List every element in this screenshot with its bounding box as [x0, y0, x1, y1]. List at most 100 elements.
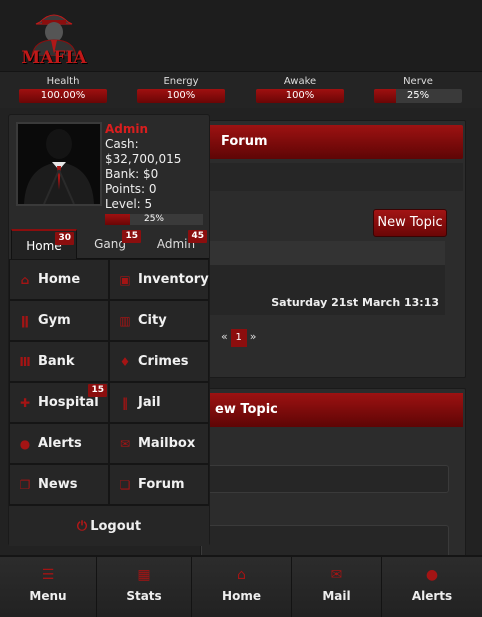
- topic-last-post-date: Saturday 21st March 13:13: [271, 296, 439, 309]
- bottom-nav: ☰ Menu ▦ Stats ⌂ Home ✉ Mail ● Alerts: [0, 555, 482, 617]
- new-topic-button[interactable]: New Topic: [373, 209, 447, 237]
- site-logo[interactable]: MAFIA: [18, 6, 90, 68]
- stat-nerve[interactable]: Nerve 25%: [374, 76, 462, 103]
- avatar[interactable]: [16, 122, 102, 206]
- menu-item-label: Alerts: [38, 436, 82, 451]
- gym-icon: ǁ: [21, 314, 29, 328]
- pager-prev[interactable]: «: [221, 330, 228, 343]
- stat-health[interactable]: Health 100.00%: [19, 76, 107, 103]
- menu-item-label: News: [38, 477, 78, 492]
- menu-item-jail[interactable]: ‖ Jail: [109, 382, 209, 423]
- menu-item-label: Mailbox: [138, 436, 196, 451]
- forum-row: [201, 163, 463, 191]
- pagination: «1»: [221, 329, 256, 347]
- menu-item-label: Bank: [38, 354, 75, 369]
- stat-value: 25%: [406, 90, 430, 101]
- logo-text: MAFIA: [21, 48, 87, 68]
- menu-item-gym[interactable]: ǁ Gym: [9, 300, 109, 341]
- profile-name[interactable]: Admin: [105, 122, 209, 137]
- stat-label: Nerve: [403, 76, 433, 87]
- forum-panel: Forum New Topic Saturday 21st March 13:1…: [200, 120, 466, 378]
- menu-item-label: Crimes: [138, 354, 189, 369]
- stats-row: Health 100.00% Energy 100% Awake 100% Ne…: [0, 72, 482, 108]
- menu-item-label: Hospital: [38, 395, 99, 410]
- menu-item-inventory[interactable]: ▣ Inventory: [109, 259, 209, 300]
- profile-level: Level: 5: [105, 197, 153, 211]
- stat-bar: 100.00%: [19, 89, 107, 103]
- menu-item-crimes[interactable]: ♦ Crimes: [109, 341, 209, 382]
- nav-mail[interactable]: ✉ Mail: [292, 557, 382, 617]
- topic-title-input[interactable]: [201, 465, 449, 493]
- menu-item-news[interactable]: ❐ News: [9, 464, 109, 505]
- profile-points: Points: 0: [105, 182, 157, 196]
- stat-value: 100%: [166, 90, 196, 101]
- menu-item-label: Gym: [38, 313, 71, 328]
- profile-bank: Bank: $0: [105, 167, 159, 181]
- forum-icon: ❏: [119, 478, 131, 492]
- power-icon: ⏻: [76, 519, 88, 534]
- menu-item-label: Inventory: [138, 272, 209, 287]
- stat-label: Awake: [283, 76, 317, 87]
- pager-next[interactable]: »: [250, 330, 257, 343]
- home-icon: ⌂: [20, 273, 30, 287]
- menu-item-label: Forum: [138, 477, 185, 492]
- stat-energy[interactable]: Energy 100%: [137, 76, 225, 103]
- tab-badge: 30: [55, 232, 74, 245]
- xp-bar: 25%: [105, 214, 203, 225]
- menu-item-label: Home: [38, 272, 81, 287]
- tab-home[interactable]: Home 30: [11, 229, 77, 259]
- avatar-suit-icon: [18, 124, 100, 204]
- menu-item-home[interactable]: ⌂ Home: [9, 259, 109, 300]
- pager-current[interactable]: 1: [230, 329, 247, 347]
- forum-table-header: [209, 241, 445, 265]
- nav-alerts[interactable]: ● Alerts: [382, 557, 482, 617]
- menu-item-mailbox[interactable]: ✉ Mailbox: [109, 423, 209, 464]
- alerts-icon: ●: [19, 437, 31, 451]
- menu-item-bank[interactable]: Ⅲ Bank: [9, 341, 109, 382]
- nav-stats[interactable]: ▦ Stats: [97, 557, 192, 617]
- nav-label: Mail: [322, 589, 351, 603]
- stat-label: Health: [46, 76, 80, 87]
- new-topic-header: ew Topic: [201, 393, 463, 427]
- stat-label: Energy: [163, 76, 199, 87]
- menu-item-hospital[interactable]: ✚ Hospital 15: [9, 382, 109, 423]
- menu-tabs: Home 30 Gang 15 Admin 45: [11, 229, 209, 259]
- menu-badge: 15: [88, 384, 107, 397]
- tab-badge: 45: [188, 230, 207, 243]
- topic-body-input[interactable]: [201, 525, 449, 559]
- nav-label: Stats: [126, 589, 162, 603]
- logout-label: Logout: [90, 519, 142, 534]
- profile-info: Admin Cash: $32,700,015 Bank: $0 Points:…: [105, 122, 209, 225]
- menu-item-label: City: [138, 313, 167, 328]
- nav-home[interactable]: ⌂ Home: [192, 557, 292, 617]
- header: MAFIA: [0, 0, 482, 72]
- stat-bar: 100%: [137, 89, 225, 103]
- nav-label: Alerts: [411, 589, 453, 603]
- mail-icon: ✉: [330, 567, 343, 583]
- bank-icon: Ⅲ: [19, 355, 31, 369]
- menu-item-label: Jail: [138, 395, 161, 410]
- stats-icon: ▦: [137, 567, 151, 583]
- stat-awake[interactable]: Awake 100%: [256, 76, 344, 103]
- city-icon: ▥: [119, 314, 131, 328]
- tab-admin[interactable]: Admin 45: [143, 229, 209, 259]
- menu-item-city[interactable]: ▥ City: [109, 300, 209, 341]
- nav-menu[interactable]: ☰ Menu: [0, 557, 97, 617]
- nav-label: Menu: [29, 589, 67, 603]
- stat-value: 100%: [285, 90, 315, 101]
- menu-item-alerts[interactable]: ● Alerts: [9, 423, 109, 464]
- menu-icon: ☰: [41, 567, 55, 583]
- forum-topic-row[interactable]: Saturday 21st March 13:13: [209, 265, 445, 315]
- forum-header: Forum: [201, 125, 463, 159]
- hospital-icon: ✚: [19, 396, 31, 410]
- profile-cash: Cash: $32,700,015: [105, 137, 182, 166]
- jail-icon: ‖: [122, 396, 128, 410]
- menu-item-forum[interactable]: ❏ Forum: [109, 464, 209, 505]
- new-topic-panel: ew Topic: [200, 388, 466, 559]
- crimes-icon: ♦: [119, 355, 131, 369]
- logout-button[interactable]: ⏻ Logout: [9, 505, 209, 546]
- tab-badge: 15: [122, 230, 141, 243]
- tab-gang[interactable]: Gang 15: [77, 229, 143, 259]
- stat-bar: 25%: [374, 89, 462, 103]
- alerts-icon: ●: [425, 567, 439, 583]
